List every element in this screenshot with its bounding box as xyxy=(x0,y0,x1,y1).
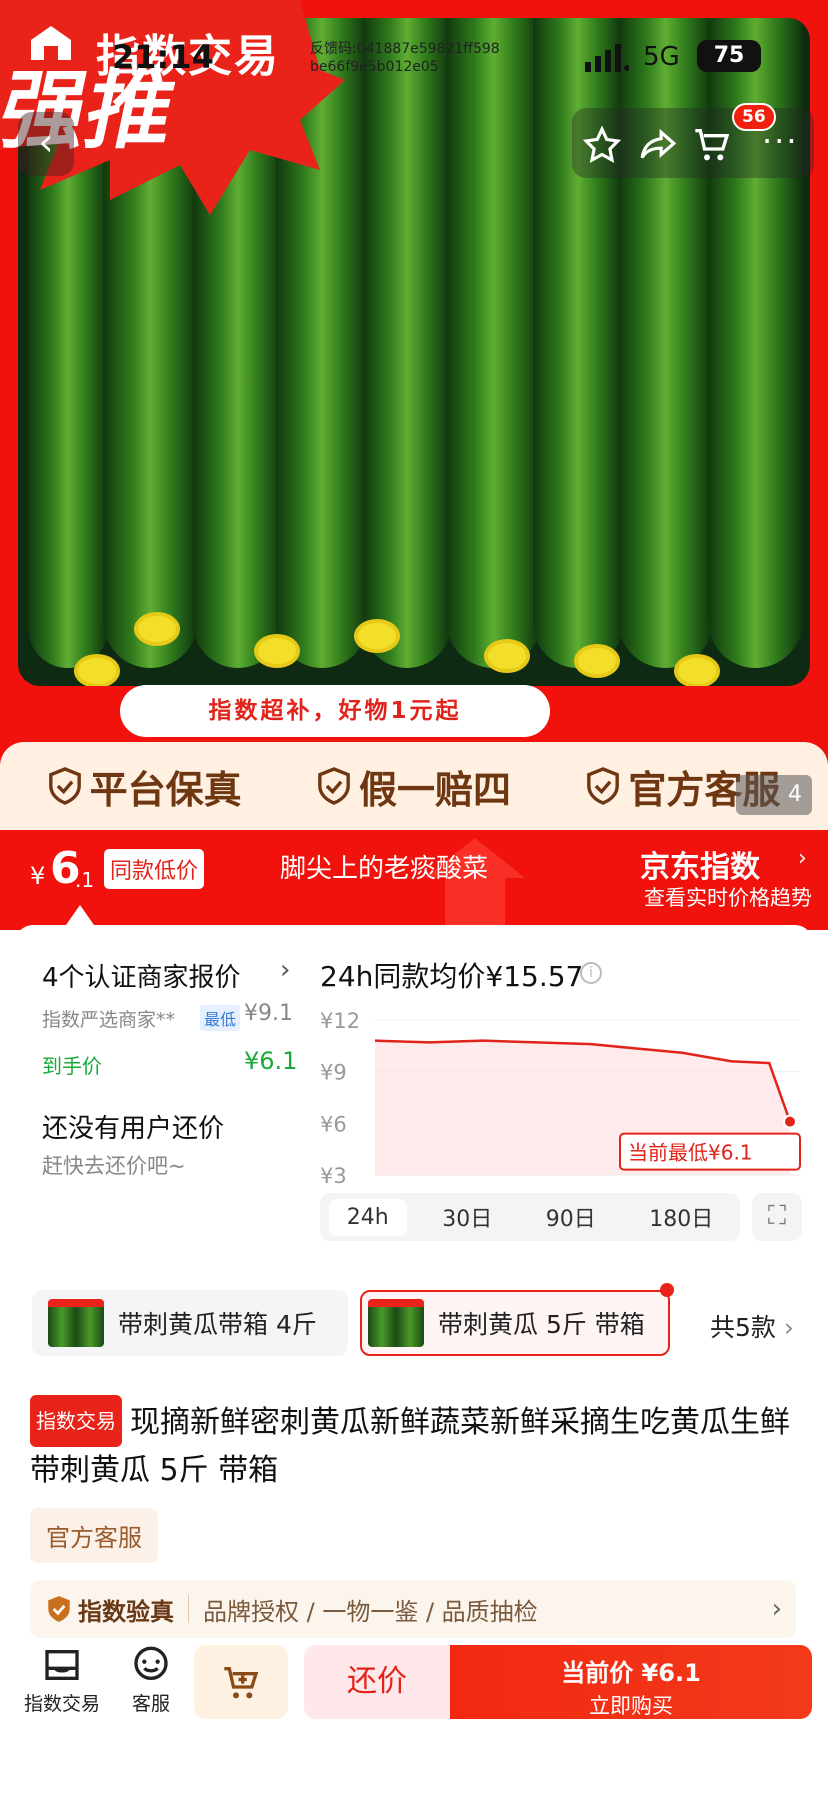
signal-icon xyxy=(585,44,629,72)
guarantee-item: 平台保真 xyxy=(48,759,242,814)
shield-check-icon xyxy=(48,767,81,805)
network-type: 5G xyxy=(643,42,680,72)
divider xyxy=(188,1595,189,1623)
sku-thumbnail xyxy=(48,1299,104,1347)
cart-add-icon xyxy=(224,1667,259,1699)
price-decimal: .1 xyxy=(75,868,95,892)
range-tab[interactable]: 30日 xyxy=(424,1195,510,1239)
logo-icon xyxy=(31,26,71,60)
add-to-cart-button[interactable] xyxy=(194,1645,288,1719)
range-tab[interactable]: 90日 xyxy=(528,1195,614,1239)
top-action-bar: ··· xyxy=(572,108,814,178)
guarantee-label: 假一赔四 xyxy=(358,767,511,812)
guarantee-bar: 平台保真 假一赔四 官方客服 xyxy=(0,742,828,830)
range-tab[interactable]: 180日 xyxy=(631,1195,731,1239)
store-icon xyxy=(45,1650,79,1680)
info-icon[interactable]: i xyxy=(580,962,602,984)
card-notch xyxy=(66,905,94,925)
y-tick-label: ¥6 xyxy=(320,1112,347,1136)
jd-index-link[interactable]: 京东指数 › 查看实时价格趋势 xyxy=(640,842,820,912)
guarantee-label: 平台保真 xyxy=(89,767,242,812)
verify-title: 指数验真 xyxy=(78,1597,174,1626)
lowest-tag: 最低 xyxy=(200,1005,241,1031)
chevron-right-icon: › xyxy=(798,846,807,871)
service-tag: 官方客服 xyxy=(30,1508,158,1563)
sku-option[interactable]: 带刺黄瓜带箱 4斤 xyxy=(32,1290,348,1356)
sku-thumbnail xyxy=(368,1299,424,1347)
merchant-price: ¥9.1 xyxy=(244,1001,293,1026)
home-label: 指数交易 xyxy=(23,1693,100,1715)
brand-tag: 指数交易 xyxy=(30,1395,122,1447)
jd-index-title: 京东指数 xyxy=(640,850,760,885)
back-button[interactable]: ‹ xyxy=(18,112,74,176)
home-button[interactable]: 指数交易 xyxy=(18,1645,106,1720)
price-currency: ¥ xyxy=(30,862,46,890)
bargain-subtitle: 赶快去还价吧~ xyxy=(42,1154,186,1178)
shield-check-icon xyxy=(318,767,350,805)
sku-option-selected[interactable]: 带刺黄瓜 5斤 带箱 xyxy=(360,1290,670,1356)
product-hero: 强推 指数交易 21:14 反馈码:041887e59821ff598 be66… xyxy=(0,0,828,830)
battery-icon: 75 xyxy=(697,40,761,72)
chat-icon xyxy=(134,1646,168,1680)
guarantee-item: 假一赔四 xyxy=(317,759,511,814)
bargain-box[interactable]: 还没有用户还价 赶快去还价吧~ xyxy=(30,1100,300,1180)
selected-dot xyxy=(660,1283,674,1297)
merchant-quotes[interactable]: 4个认证商家报价 › 指数严选商家** 最低 ¥9.1 到手价 ¥6.1 xyxy=(30,945,300,1085)
jd-index-subtitle: 查看实时价格趋势 xyxy=(644,886,812,910)
feedback-code: 反馈码:041887e59821ff598 be66f9e5b012e05 xyxy=(310,41,500,75)
buy-now-button[interactable]: 当前价 ¥6.1 立即购买 xyxy=(450,1645,812,1719)
y-tick-label: ¥9 xyxy=(320,1061,347,1085)
share-icon[interactable] xyxy=(638,126,678,164)
shield-check-icon xyxy=(587,767,620,805)
bottom-action-bar: 指数交易 客服 还价 当前价 ¥6.1 立即购买 xyxy=(0,1645,828,1795)
service-label: 客服 xyxy=(131,1693,170,1715)
range-tab[interactable]: 24h xyxy=(328,1198,407,1236)
slogan-text: 脚尖上的老痰酸菜 xyxy=(280,854,489,884)
chart-title: 24h同款均价¥15.57 xyxy=(320,960,584,993)
current-point xyxy=(783,1114,797,1129)
promo-ribbon: 指数超补，好物1元起 xyxy=(120,685,550,737)
buy-now-label: 立即购买 xyxy=(589,1694,673,1718)
product-title: 指数交易 现摘新鲜密刺黄瓜新鲜蔬菜新鲜采摘生吃黄瓜生鲜 带刺黄瓜 5斤 带箱 xyxy=(30,1395,810,1495)
cart-icon[interactable] xyxy=(690,124,734,164)
final-price: ¥6.1 xyxy=(244,1047,298,1075)
sku-total: 共5款 xyxy=(710,1313,776,1342)
chevron-right-icon: › xyxy=(771,1594,782,1624)
sku-label: 带刺黄瓜带箱 4斤 xyxy=(118,1310,317,1339)
merchant-title: 4个认证商家报价 xyxy=(42,963,241,993)
sku-total-link[interactable]: 共5款 › xyxy=(710,1308,794,1344)
range-tabs: 24h 30日 90日 180日 xyxy=(320,1193,740,1241)
customer-service-button[interactable]: 客服 xyxy=(116,1645,186,1720)
status-time: 21:14 xyxy=(112,38,214,76)
buy-price: 当前价 ¥6.1 xyxy=(561,1659,701,1687)
verify-items: 品牌授权 / 一物一鉴 / 品质抽检 xyxy=(203,1597,538,1626)
chevron-right-icon: › xyxy=(280,955,291,985)
status-bar-right: 5G 75 xyxy=(585,40,815,76)
low-price-tag: 同款低价 xyxy=(104,849,205,889)
price-chart: ¥12 ¥9 ¥6 ¥3 当前最低¥6.1 xyxy=(320,1009,801,1188)
chevron-right-icon: › xyxy=(783,1313,794,1342)
sku-label: 带刺黄瓜 5斤 带箱 xyxy=(438,1310,645,1339)
y-tick-label: ¥12 xyxy=(320,1009,360,1033)
y-tick-label: ¥3 xyxy=(320,1164,347,1188)
verify-bar[interactable]: 指数验真 品牌授权 / 一物一鉴 / 品质抽检 › xyxy=(30,1580,796,1638)
shield-check-icon xyxy=(48,1596,70,1622)
fullscreen-icon[interactable]: ⛶ xyxy=(752,1193,802,1241)
bargain-title: 还没有用户还价 xyxy=(42,1114,225,1144)
final-price-label: 到手价 xyxy=(42,1054,102,1078)
bargain-button[interactable]: 还价 xyxy=(304,1645,450,1719)
merchant-name: 指数严选商家** xyxy=(42,1009,176,1031)
gallery-counter: 4 xyxy=(736,775,812,815)
product-title-text: 现摘新鲜密刺黄瓜新鲜蔬菜新鲜采摘生吃黄瓜生鲜 带刺黄瓜 5斤 带箱 xyxy=(30,1405,790,1488)
annotation-label: 当前最低¥6.1 xyxy=(628,1141,753,1165)
star-icon[interactable] xyxy=(582,126,622,164)
cart-badge: 56 xyxy=(732,103,776,131)
